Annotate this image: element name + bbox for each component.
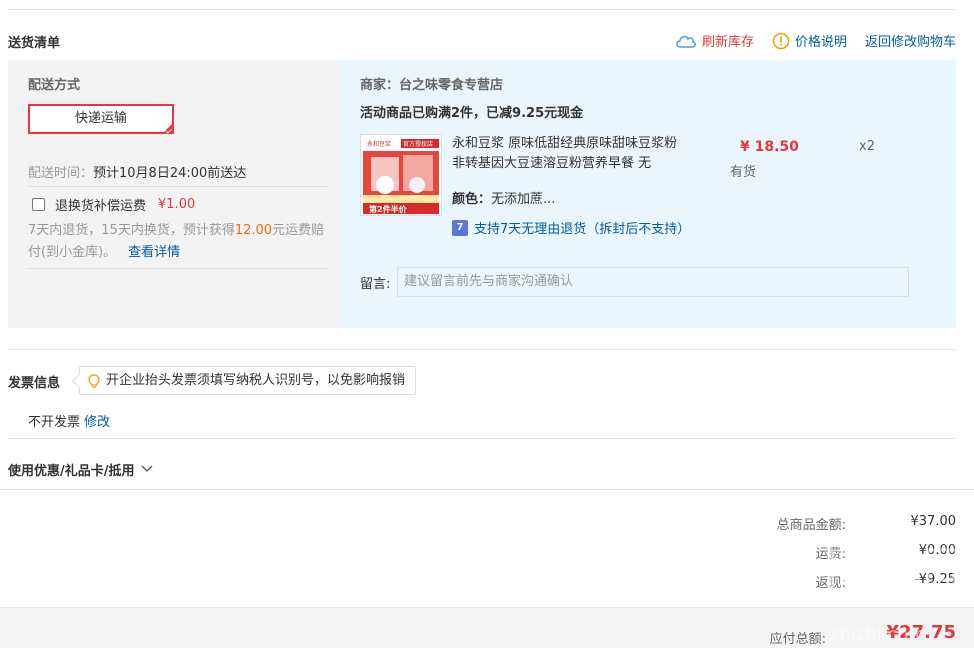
invoice-tip: 开企业抬头发票须填写纳税人识别号，以免影响报销 [71,366,417,395]
summary-label: 运费: [815,547,846,562]
delivery-time-value: 预计10月8日24:00前送达 [93,166,247,181]
info-exclamation-icon [772,32,790,50]
product-name-link[interactable]: 永和豆浆 原味低甜经典原味甜味豆浆粉非转基因大豆速溶豆粉营养早餐 无 [452,134,688,174]
seven-day-return-text: 支持7天无理由退货（拆封后不支持） [474,222,691,237]
summary-value: ¥37.00 [910,514,957,529]
lightbulb-icon [88,373,100,400]
delivery-time: 配送时间：预计10月8日24:00前送达 [28,162,246,181]
promo-text: 活动商品已购满2件，已减9.25元现金 [360,106,584,121]
discount-toggle[interactable]: 使用优惠/礼品卡/抵用 [8,460,153,479]
delivery-options: 配送方式 快递运输 配送时间：预计10月8日24:00前送达 退换货补偿运费 ¥… [8,60,340,328]
stock-status: 有货 [730,165,757,180]
merchant-name: 商家：台之味零食专营店 [360,78,504,93]
return-insurance-row: 退换货补偿运费 ¥1.00 [32,195,195,214]
summary-label: 总商品金额: [776,518,846,533]
express-shipping-label: 快递运输 [74,111,127,126]
return-insurance-checkbox[interactable] [32,198,45,211]
summary-value: -¥9.25 [914,572,956,587]
header-actions: 刷新库存 价格说明 返回修改购物车 [675,31,956,50]
divider [8,438,956,439]
return-desc-text: 7天内退货，15天内换货，预计获得 [28,223,235,238]
divider [0,489,974,490]
invoice-title: 发票信息 [8,376,61,391]
product-price: ¥ 18.50 [740,139,799,155]
divider [28,186,328,187]
refresh-stock-label: 刷新库存 [701,35,754,50]
return-insurance-label: 退换货补偿运费 [55,199,147,214]
summary-row: 返现: -¥9.25 [696,572,956,601]
view-details-link[interactable]: 查看详情 [128,245,180,260]
chevron-down-icon [141,462,153,477]
section-title-delivery-list: 送货清单 [8,36,61,51]
edit-invoice-link[interactable]: 修改 [84,415,110,430]
summary-row: 运费: ¥0.00 [696,543,956,572]
return-desc-amount: 12.00 [234,223,273,238]
invoice-status: 不开发票 修改 [28,411,110,430]
refresh-stock-link[interactable]: 刷新库存 [675,31,754,50]
brand-logo-text: 永和豆浆 [367,140,391,148]
price-info-label: 价格说明 [794,35,847,50]
color-value: 无添加蔗... [491,192,556,207]
product-image: 永和豆浆 官方授权店 第2件半价 [361,135,441,215]
price-info-link[interactable]: 价格说明 [772,31,847,50]
seven-day-return-icon: 7 [452,219,468,236]
divider [28,268,328,269]
cloud-refresh-icon [675,34,697,48]
product-thumbnail[interactable]: 永和豆浆 官方授权店 第2件半价 [360,134,442,216]
seven-day-return-support: 7 支持7天无理由退货（拆封后不支持） [452,218,690,237]
product-color: 颜色：无添加蔗... [452,188,555,207]
return-insurance-price: ¥1.00 [158,197,196,212]
express-shipping-option[interactable]: 快递运输 [28,104,174,134]
total-value: ¥27.75 [886,622,956,643]
summary-row: 总商品金额: ¥37.00 [696,514,956,543]
delivery-box: 配送方式 快递运输 配送时间：预计10月8日24:00前送达 退换货补偿运费 ¥… [8,60,956,328]
total-label: 应付总额: [769,632,826,647]
invoice-status-text: 不开发票 [28,415,81,430]
delivery-time-label: 配送时间： [28,166,94,181]
banner-top-text: 官方授权店 [403,140,433,148]
top-divider [8,9,956,10]
banner-bottom-text: 第2件半价 [369,204,408,214]
divider [8,349,956,350]
color-label: 颜色： [452,192,492,207]
discount-label: 使用优惠/礼品卡/抵用 [8,464,135,479]
total-footer: 应付总额: ¥27.75 [0,607,974,648]
back-to-cart-link[interactable]: 返回修改购物车 [865,31,956,50]
order-summary: 总商品金额: ¥37.00 运费: ¥0.00 返现: -¥9.25 [696,514,956,601]
delivery-method-label: 配送方式 [28,78,81,93]
summary-label: 返现: [815,576,846,591]
message-input[interactable]: 建议留言前先与商家沟通确认 [397,267,909,297]
message-label: 留言: [360,277,391,292]
product-quantity: x2 [859,139,875,154]
invoice-tip-text: 开企业抬头发票须填写纳税人识别号，以免影响报销 [106,373,406,388]
tooltip-arrow [71,373,87,389]
return-insurance-description: 7天内退货，15天内换货，预计获得12.00元运费赔付(到小金库)。 查看详情 [28,220,328,264]
merchant-panel: 商家：台之味零食专营店 活动商品已购满2件，已减9.25元现金 永和豆浆 官方授… [340,60,956,328]
summary-value: ¥0.00 [918,543,956,558]
